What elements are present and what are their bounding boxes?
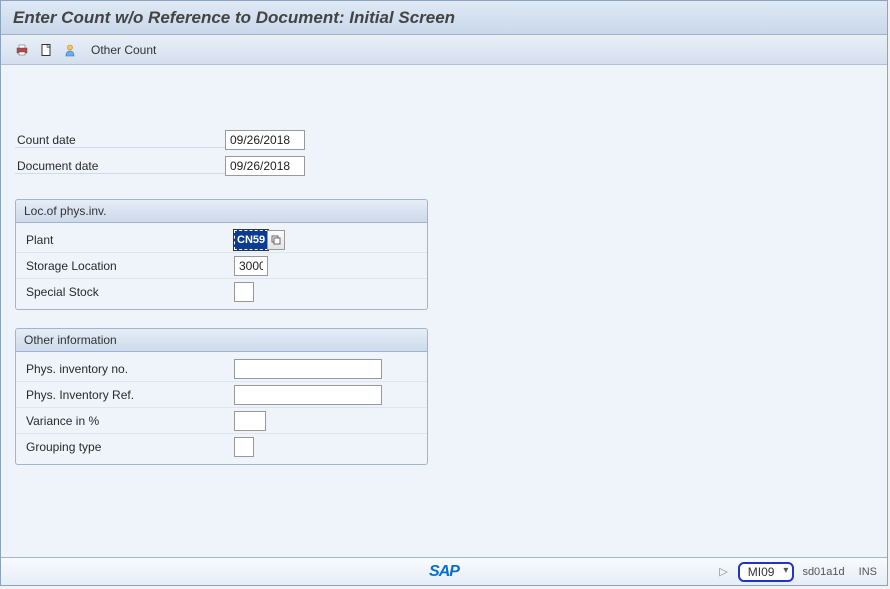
phys-inventory-no-label: Phys. inventory no. [24, 362, 234, 376]
plant-label: Plant [24, 233, 234, 247]
phys-inventory-ref-input[interactable] [234, 385, 382, 405]
grouping-type-input[interactable] [234, 437, 254, 457]
content-area: Count date Document date Loc.of phys.inv… [1, 65, 887, 497]
system-indicator: sd01a1d [802, 566, 844, 578]
storage-location-label: Storage Location [24, 259, 234, 273]
loc-phys-inv-group: Loc.of phys.inv. Plant Storage Location … [15, 199, 428, 310]
other-count-button[interactable]: Other Count [91, 43, 156, 57]
other-group-header: Other information [16, 329, 427, 352]
title-bar: Enter Count w/o Reference to Document: I… [1, 1, 887, 35]
sap-window: Enter Count w/o Reference to Document: I… [0, 0, 888, 586]
phys-inventory-ref-label: Phys. Inventory Ref. [24, 388, 234, 402]
variance-input[interactable] [234, 411, 266, 431]
special-stock-input[interactable] [234, 282, 254, 302]
phys-inventory-no-input[interactable] [234, 359, 382, 379]
sap-logo: SAP [429, 563, 459, 581]
print-icon[interactable] [13, 41, 31, 59]
variance-label: Variance in % [24, 414, 234, 428]
count-date-input[interactable] [225, 130, 305, 150]
document-date-label: Document date [15, 159, 225, 174]
status-expand-icon[interactable]: ▷ [719, 565, 727, 578]
special-stock-label: Special Stock [24, 285, 234, 299]
other-information-group: Other information Phys. inventory no. Ph… [15, 328, 428, 465]
application-toolbar: Other Count [1, 35, 887, 65]
document-date-input[interactable] [225, 156, 305, 176]
plant-input[interactable] [234, 230, 268, 250]
screen-title: Enter Count w/o Reference to Document: I… [13, 8, 455, 28]
loc-group-header: Loc.of phys.inv. [16, 200, 427, 223]
status-bar: SAP ▷ MI09 sd01a1d INS [1, 557, 887, 585]
storage-location-input[interactable] [234, 256, 268, 276]
user-icon[interactable] [61, 41, 79, 59]
search-help-icon [271, 235, 281, 245]
date-section: Count date Document date [15, 127, 873, 179]
plant-f4-help-button[interactable] [267, 230, 285, 250]
tcode-indicator[interactable]: MI09 [738, 562, 795, 582]
grouping-type-label: Grouping type [24, 440, 234, 454]
new-document-icon[interactable] [37, 41, 55, 59]
insert-mode-indicator: INS [859, 566, 877, 578]
count-date-label: Count date [15, 133, 225, 148]
